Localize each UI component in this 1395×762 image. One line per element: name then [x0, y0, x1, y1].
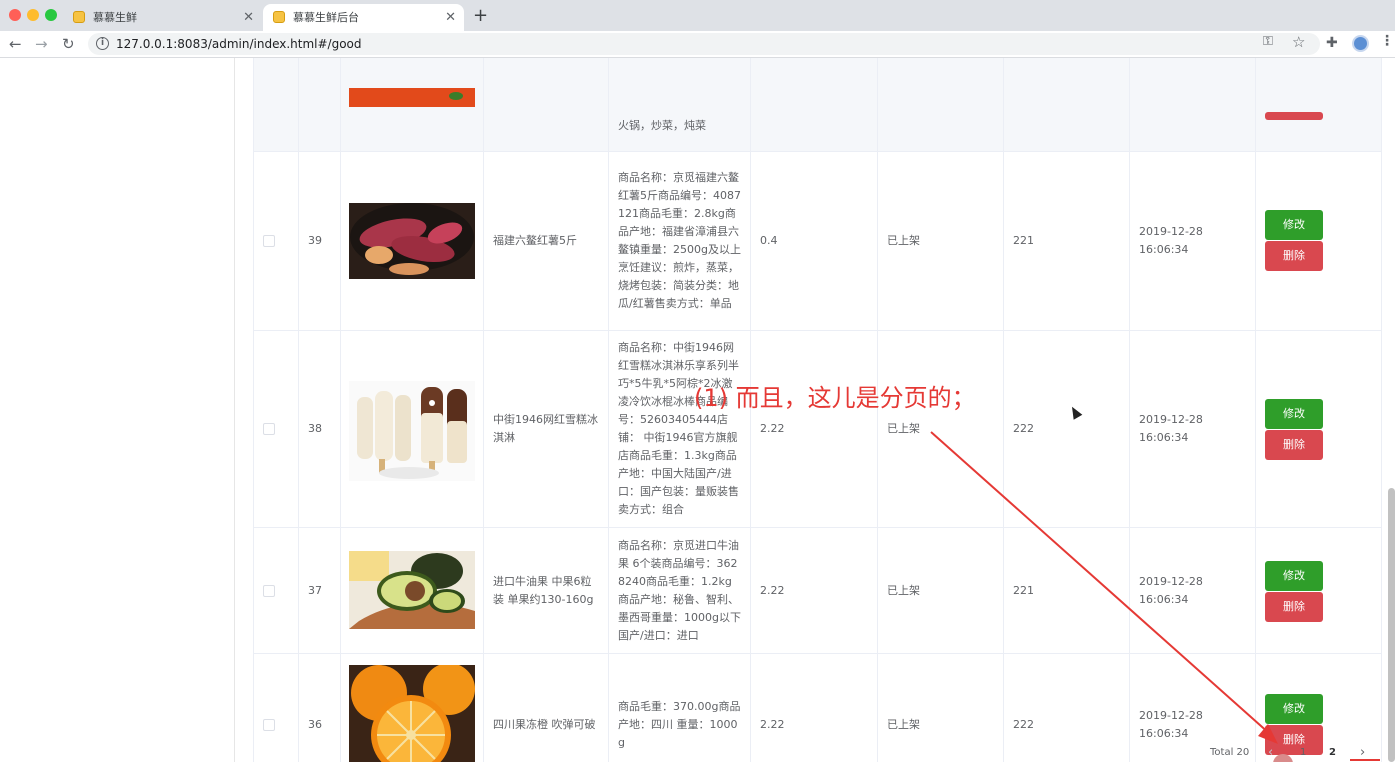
- close-window-icon[interactable]: [9, 9, 21, 21]
- product-time: 2019-12-28 16:06:34: [1139, 708, 1203, 740]
- product-id: 36: [308, 717, 322, 731]
- delete-button[interactable]: 删除: [1265, 725, 1323, 755]
- row-checkbox[interactable]: [263, 235, 275, 247]
- sweet-potato-image: ..: [349, 203, 475, 279]
- product-description: 火锅，炒菜，炖菜: [618, 119, 706, 132]
- edit-button[interactable]: 修改: [1265, 210, 1323, 240]
- product-time: 2019-12-28 16:06:34: [1139, 574, 1203, 606]
- product-price: 2.22: [760, 717, 785, 731]
- product-stock: 221: [1013, 234, 1034, 247]
- address-bar[interactable]: i 127.0.0.1:8083/admin/index.html#/good …: [88, 33, 1320, 55]
- page-number[interactable]: 1: [1300, 747, 1306, 758]
- bookmark-star-icon[interactable]: ☆: [1292, 33, 1305, 51]
- delete-button[interactable]: 删除: [1265, 430, 1323, 460]
- delete-button[interactable]: 删除: [1265, 241, 1323, 271]
- tab-title: 慕慕生鲜后台: [293, 11, 359, 24]
- product-description: 商品名称：中街1946网红雪糕冰淇淋乐享系列半巧*5牛乳*5阿棕*2冰激凌冷饮冰…: [618, 341, 739, 516]
- edit-button[interactable]: 修改: [1265, 399, 1323, 429]
- table-row: 39 .. 福建六鳌红薯5斤 商品名称：京觅福建六鳌红薯5斤商品编: [253, 152, 1382, 331]
- product-name: 福建六鳌红薯5斤: [493, 234, 577, 247]
- edit-button[interactable]: 修改: [1265, 561, 1323, 591]
- key-icon[interactable]: ⚿: [1263, 34, 1273, 49]
- product-image: [349, 88, 475, 107]
- product-status: 已上架: [887, 422, 920, 435]
- product-stock: 221: [1013, 583, 1034, 597]
- product-name: 进口牛油果 中果6粒装 单果约130-160g: [493, 574, 594, 606]
- delete-button[interactable]: [1265, 112, 1323, 120]
- product-status: 已上架: [887, 583, 920, 597]
- prev-page-button[interactable]: ‹: [1268, 745, 1273, 760]
- annotation-text: (1) 而且，这儿是分页的；: [694, 384, 976, 412]
- product-status: 已上架: [887, 234, 920, 247]
- more-menu-icon[interactable]: ⋮: [1380, 33, 1394, 49]
- forward-icon[interactable]: →: [35, 33, 48, 55]
- product-price: 0.4: [760, 234, 778, 247]
- browser-tab-1[interactable]: 慕慕生鲜 ✕: [63, 4, 262, 31]
- product-price: 2.22: [760, 583, 785, 597]
- table-row: 38 中街1946网红雪糕冰淇淋 商品名称：中街1946网红雪糕冰淇淋乐享系列半…: [253, 331, 1382, 528]
- product-stock: 222: [1013, 422, 1034, 435]
- product-stock: 222: [1013, 717, 1034, 731]
- minimize-window-icon[interactable]: [27, 9, 39, 21]
- orange-image: ..: [349, 664, 475, 762]
- admin-page: 火锅，炒菜，炖菜 39 福建六鳌红薯5斤 商品名称：京觅福建六鳌红薯5斤商品编号…: [0, 58, 1395, 762]
- product-description: 商品名称：京觅进口牛油果 6个装商品编号：3628240商品毛重：1.2kg商品…: [618, 538, 741, 642]
- close-tab-icon[interactable]: ✕: [445, 4, 456, 31]
- row-checkbox[interactable]: [263, 718, 275, 731]
- avocado-image: ..: [349, 550, 475, 629]
- row-checkbox[interactable]: [263, 584, 275, 597]
- ice-cream-image: ..: [349, 381, 475, 481]
- edit-button[interactable]: 修改: [1265, 694, 1323, 724]
- product-price: 2.22: [760, 422, 785, 435]
- browser-toolbar: ← → ↻ i 127.0.0.1:8083/admin/index.html#…: [0, 31, 1395, 58]
- page-scrollbar[interactable]: [1388, 488, 1395, 762]
- next-page-button[interactable]: ›: [1360, 745, 1365, 760]
- product-status: 已上架: [887, 717, 920, 731]
- tab-title: 慕慕生鲜: [93, 11, 137, 24]
- sidebar: [0, 58, 235, 762]
- browser-tab-bar: 慕慕生鲜 ✕ 慕慕生鲜后台 ✕ +: [0, 0, 1395, 31]
- new-tab-icon[interactable]: +: [473, 4, 488, 28]
- pagination-total: Total 20: [1210, 747, 1250, 758]
- table-row: 火锅，炒菜，炖菜: [253, 58, 1382, 152]
- delete-button[interactable]: 删除: [1265, 592, 1323, 622]
- row-checkbox[interactable]: [263, 423, 275, 435]
- product-id: 38: [308, 422, 322, 435]
- product-time: 2019-12-28 16:06:34: [1139, 413, 1203, 444]
- product-time: 2019-12-28 16:06:34: [1139, 225, 1203, 256]
- product-id: 39: [308, 234, 322, 247]
- page-number-active[interactable]: 2: [1329, 747, 1336, 758]
- shopping-bag-icon: [273, 11, 285, 23]
- table-row: 36 四川果冻橙 吹弹可破 商品毛重：370.00g商品产地：四川 重量：100…: [253, 654, 1382, 762]
- product-name: 四川果冻橙 吹弹可破: [493, 717, 596, 731]
- table-row: 37 .. 进口牛油果 中: [253, 528, 1382, 654]
- reload-icon[interactable]: ↻: [62, 33, 75, 55]
- maximize-window-icon[interactable]: [45, 9, 57, 21]
- back-icon[interactable]: ←: [9, 33, 22, 55]
- site-info-icon[interactable]: i: [96, 37, 109, 50]
- browser-tab-2[interactable]: 慕慕生鲜后台 ✕: [263, 4, 464, 31]
- profile-avatar-icon[interactable]: [1352, 35, 1369, 52]
- product-name: 中街1946网红雪糕冰淇淋: [493, 413, 598, 444]
- close-tab-icon[interactable]: ✕: [243, 4, 254, 31]
- product-description: 商品名称：京觅福建六鳌红薯5斤商品编号：4087121商品毛重：2.8kg商品产…: [618, 171, 741, 310]
- extensions-puzzle-icon[interactable]: ✚: [1326, 35, 1338, 51]
- product-description: 商品毛重：370.00g商品产地：四川 重量：1000g: [618, 699, 741, 749]
- url-text[interactable]: 127.0.0.1:8083/admin/index.html#/good: [116, 33, 362, 55]
- product-id: 37: [308, 583, 322, 597]
- shopping-bag-icon: [73, 11, 85, 23]
